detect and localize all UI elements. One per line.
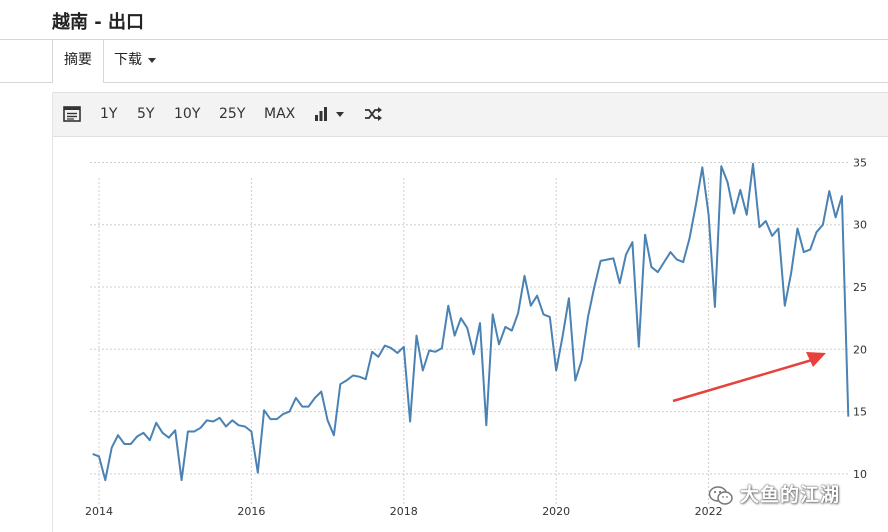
y-tick-label: 35 xyxy=(853,156,867,169)
y-axis: 10 15 20 25 30 35 xyxy=(853,156,867,480)
watermark: 大鱼的江湖 xyxy=(708,480,840,507)
wechat-icon xyxy=(708,485,734,507)
x-axis: 2014 2016 2018 2020 2022 xyxy=(85,505,723,518)
x-tick-label: 2020 xyxy=(542,505,570,518)
x-tick-label: 2016 xyxy=(237,505,265,518)
y-tick-label: 30 xyxy=(853,219,867,232)
line-chart: 101520253035 2014 2016 2018 2020 2022 xyxy=(85,156,867,518)
x-tick-label: 2014 xyxy=(85,505,113,518)
series-line-exports xyxy=(92,162,850,482)
arrow-head xyxy=(806,352,826,367)
x-tick-label: 2018 xyxy=(390,505,418,518)
y-tick-label: 15 xyxy=(853,406,867,419)
arrow-shaft xyxy=(672,358,813,403)
annotation-arrow xyxy=(672,352,826,403)
y-tick-label: 20 xyxy=(853,343,867,356)
y-tick-label: 10 xyxy=(853,468,867,481)
y-tick-label: 25 xyxy=(853,281,867,294)
watermark-text: 大鱼的江湖 xyxy=(740,484,841,506)
